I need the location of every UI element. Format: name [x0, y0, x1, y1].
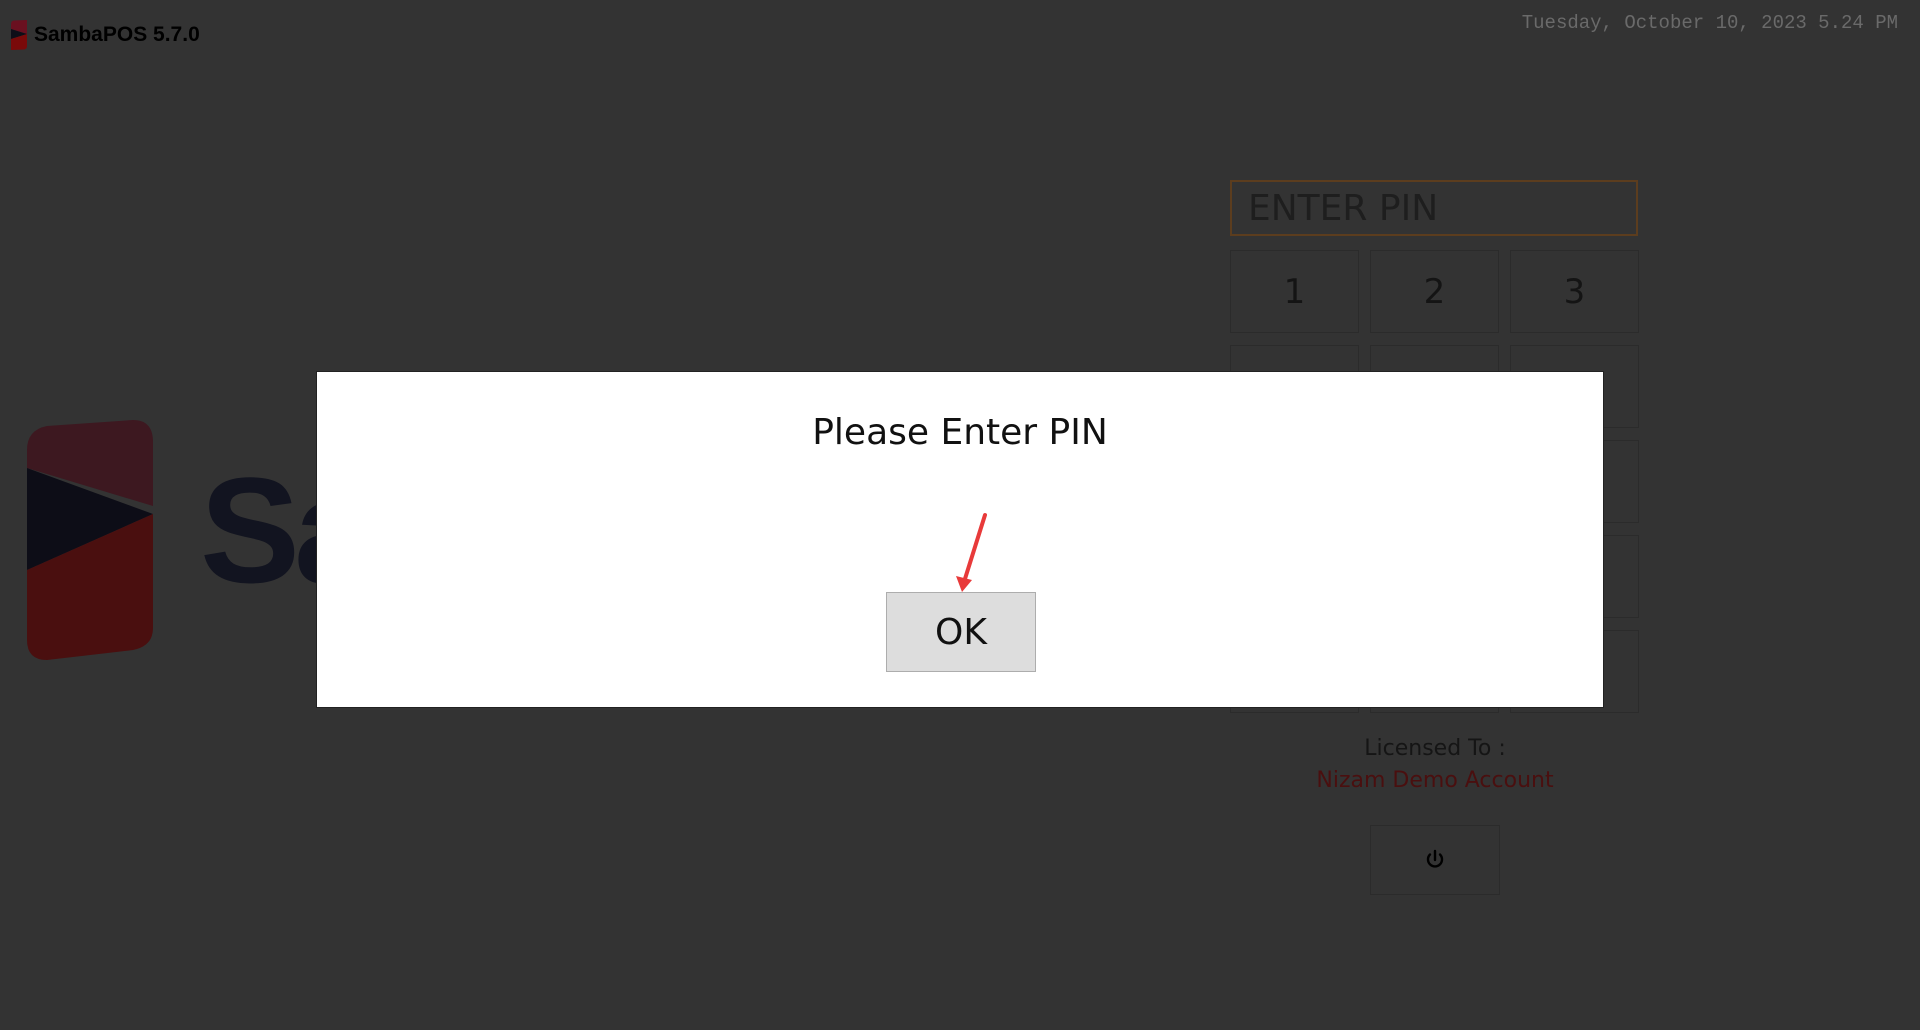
- brand-logo-icon: [27, 420, 153, 660]
- ok-button[interactable]: OK: [886, 592, 1036, 672]
- sambapos-logo-icon: [11, 20, 27, 50]
- app-title: SambaPOS 5.7.0: [10, 20, 200, 50]
- pin-input[interactable]: ENTER PIN: [1230, 180, 1638, 236]
- licensed-to-name: Nizam Demo Account: [1316, 768, 1554, 793]
- power-icon: [1426, 849, 1444, 868]
- annotation-arrow-icon: [956, 513, 987, 592]
- key-2[interactable]: 2: [1370, 250, 1499, 333]
- power-button[interactable]: [1370, 825, 1500, 895]
- licensed-to-label: Licensed To :: [1364, 736, 1506, 761]
- key-1[interactable]: 1: [1230, 250, 1359, 333]
- app-title-text: SambaPOS 5.7.0: [34, 23, 200, 46]
- key-3[interactable]: 3: [1510, 250, 1639, 333]
- dialog-message: Please Enter PIN: [812, 412, 1108, 453]
- datetime-display: Tuesday, October 10, 2023 5.24 PM: [1521, 12, 1898, 34]
